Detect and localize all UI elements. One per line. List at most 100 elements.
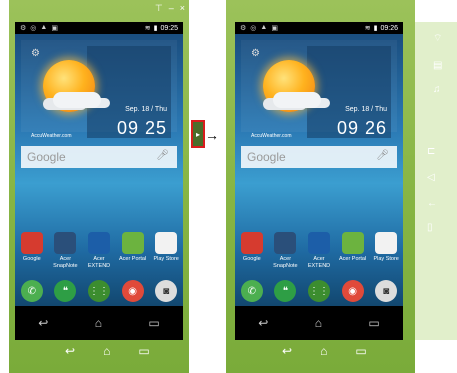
app-drawer-icon[interactable]: ⋮⋮ (87, 280, 110, 302)
hangouts-icon[interactable]: ❝ (274, 280, 297, 302)
play-store-icon (155, 232, 178, 254)
app-label: Google (22, 256, 41, 262)
mic-icon[interactable]: 🎤︎ (376, 150, 389, 161)
arrow-right-icon: → (205, 127, 219, 143)
date-label: Sep. 18 / Thu (125, 106, 167, 113)
recent-apps-icon[interactable]: ▭ (368, 316, 379, 330)
extend-app-icon (307, 232, 330, 254)
snapnote-app-icon (54, 232, 77, 254)
dock: ✆ ❝ ⋮⋮ ◉ ◙ (15, 280, 183, 302)
notes-icon[interactable]: ▤ (433, 60, 442, 71)
expand-panel-button[interactable]: ▸ (191, 120, 205, 148)
weather-widget[interactable]: ⚙ Sep. 18 / Thu 09 25 AccuWeather.com (21, 40, 177, 139)
wifi-icon: ≋ (364, 25, 371, 32)
frame-nav-bar: ↩ ⌂ ▭ (282, 344, 367, 358)
app-drawer-icon[interactable]: ⋮⋮ (307, 280, 330, 302)
app-row: Google Acer SnapNote Acer EXTEND Acer Po… (235, 232, 403, 270)
date-label: Sep. 18 / Thu (345, 106, 387, 113)
hangouts-icon[interactable]: ❝ (54, 280, 77, 302)
phone-icon[interactable]: ✆ (20, 280, 43, 302)
app-google[interactable]: Google (17, 232, 47, 270)
status-image-icon: ▣ (271, 25, 278, 32)
app-label: Acer Portal (118, 256, 147, 262)
minimize-icon[interactable]: – (169, 3, 174, 13)
app-label: Acer SnapNote (53, 256, 78, 269)
mic-icon[interactable]: 🎤︎ (156, 150, 169, 161)
status-bar: ⚙ ◎ ▲ ▣ ≋ ▮ 09:25 (15, 22, 183, 34)
status-time: 09:25 (160, 24, 178, 32)
app-label: Play Store (373, 256, 399, 262)
close-icon[interactable]: × (180, 3, 185, 13)
recent-apps-icon[interactable]: ▭ (138, 344, 149, 358)
android-nav-bar: ↩ ⌂ ▭ (235, 306, 403, 340)
app-label: Google (242, 256, 261, 262)
google-search-bar[interactable]: Google 🎤︎ (21, 146, 177, 168)
window-icon[interactable]: ⊏ (427, 146, 435, 157)
phone-icon[interactable]: ✆ (240, 280, 263, 302)
camera-icon[interactable]: ◙ (375, 280, 398, 302)
app-label: Acer EXTEND (307, 256, 331, 269)
accuweather-label: AccuWeather.com (251, 133, 292, 139)
volume-icon[interactable]: ◁ (427, 172, 435, 183)
app-play-store[interactable]: Play Store (371, 232, 401, 270)
status-image-icon: ▣ (51, 25, 58, 32)
frame-nav-bar: ↩ ⌂ ▭ (65, 344, 150, 358)
chrome-icon[interactable]: ◉ (121, 280, 144, 302)
google-search-bar[interactable]: Google 🎤︎ (241, 146, 397, 168)
status-settings-icon: ⚙ (240, 25, 247, 32)
play-store-icon (375, 232, 398, 254)
camera-icon[interactable]: ◙ (155, 280, 178, 302)
android-nav-bar: ↩ ⌂ ▭ (15, 306, 183, 340)
device-icon[interactable]: ▯ (427, 222, 433, 233)
app-acer-portal[interactable]: Acer Portal (118, 232, 148, 270)
chevron-right-icon: ▸ (195, 129, 200, 139)
close-icon[interactable]: × (448, 3, 453, 13)
wifi-toggle-icon[interactable]: ⌔ (433, 32, 442, 45)
minimize-icon[interactable]: – (437, 3, 442, 13)
home-icon[interactable]: ⌂ (103, 344, 110, 358)
chrome-icon[interactable]: ◉ (341, 280, 364, 302)
app-google[interactable]: Google (237, 232, 267, 270)
back-icon[interactable]: ↩ (282, 344, 292, 358)
app-label: Acer EXTEND (87, 256, 111, 269)
status-sync-icon: ◎ (30, 25, 37, 32)
status-bar: ⚙ ◎ ▲ ▣ ≋ ▮ 09:26 (235, 22, 403, 34)
clock-time: 09 26 (336, 118, 387, 138)
back-icon[interactable]: ↩ (65, 344, 75, 358)
clock-time: 09 25 (116, 118, 167, 138)
gear-icon[interactable]: ⚙ (251, 48, 260, 59)
recent-apps-icon[interactable]: ▭ (355, 344, 366, 358)
home-icon[interactable]: ⌂ (320, 344, 327, 358)
left-phone-screen: ⚙ ◎ ▲ ▣ ≋ ▮ 09:25 ⚙ Sep. 18 / Thu 09 25 … (15, 22, 183, 340)
app-play-store[interactable]: Play Store (151, 232, 181, 270)
battery-icon: ▮ (153, 25, 158, 32)
gear-icon[interactable]: ⚙ (31, 48, 40, 59)
app-acer-snapnote[interactable]: Acer SnapNote (50, 232, 80, 270)
pin-icon[interactable]: ⊤ (155, 3, 163, 13)
home-icon[interactable]: ⌂ (315, 316, 322, 330)
app-acer-extend[interactable]: Acer EXTEND (304, 232, 334, 270)
dock: ✆ ❝ ⋮⋮ ◉ ◙ (235, 280, 403, 302)
extend-app-icon (87, 232, 110, 254)
status-time: 09:26 (380, 24, 398, 32)
extended-side-panel: ⌔ ▤ ♫ ⊏ ◁ ← ▯ (415, 22, 457, 340)
left-window-controls: ⊤ – × (155, 3, 185, 13)
back-icon[interactable]: ↩ (38, 316, 48, 330)
weather-widget[interactable]: ⚙ Sep. 18 / Thu 09 26 AccuWeather.com (241, 40, 397, 139)
portal-app-icon (341, 232, 364, 254)
app-acer-snapnote[interactable]: Acer SnapNote (270, 232, 300, 270)
home-screen: ⚙ Sep. 18 / Thu 09 26 AccuWeather.com Go… (235, 34, 403, 306)
back-icon[interactable]: ↩ (258, 316, 268, 330)
pin-icon[interactable]: ⊤ (423, 3, 431, 13)
cloud-icon (53, 92, 101, 108)
music-icon[interactable]: ♫ (433, 84, 441, 95)
recent-apps-icon[interactable]: ▭ (148, 316, 159, 330)
battery-icon: ▮ (373, 25, 378, 32)
home-screen: ⚙ Sep. 18 / Thu 09 25 AccuWeather.com Go… (15, 34, 183, 306)
app-acer-portal[interactable]: Acer Portal (338, 232, 368, 270)
google-app-icon (20, 232, 43, 254)
app-acer-extend[interactable]: Acer EXTEND (84, 232, 114, 270)
status-sync-icon: ◎ (250, 25, 257, 32)
back-arrow-icon[interactable]: ← (427, 198, 437, 209)
home-icon[interactable]: ⌂ (95, 316, 102, 330)
